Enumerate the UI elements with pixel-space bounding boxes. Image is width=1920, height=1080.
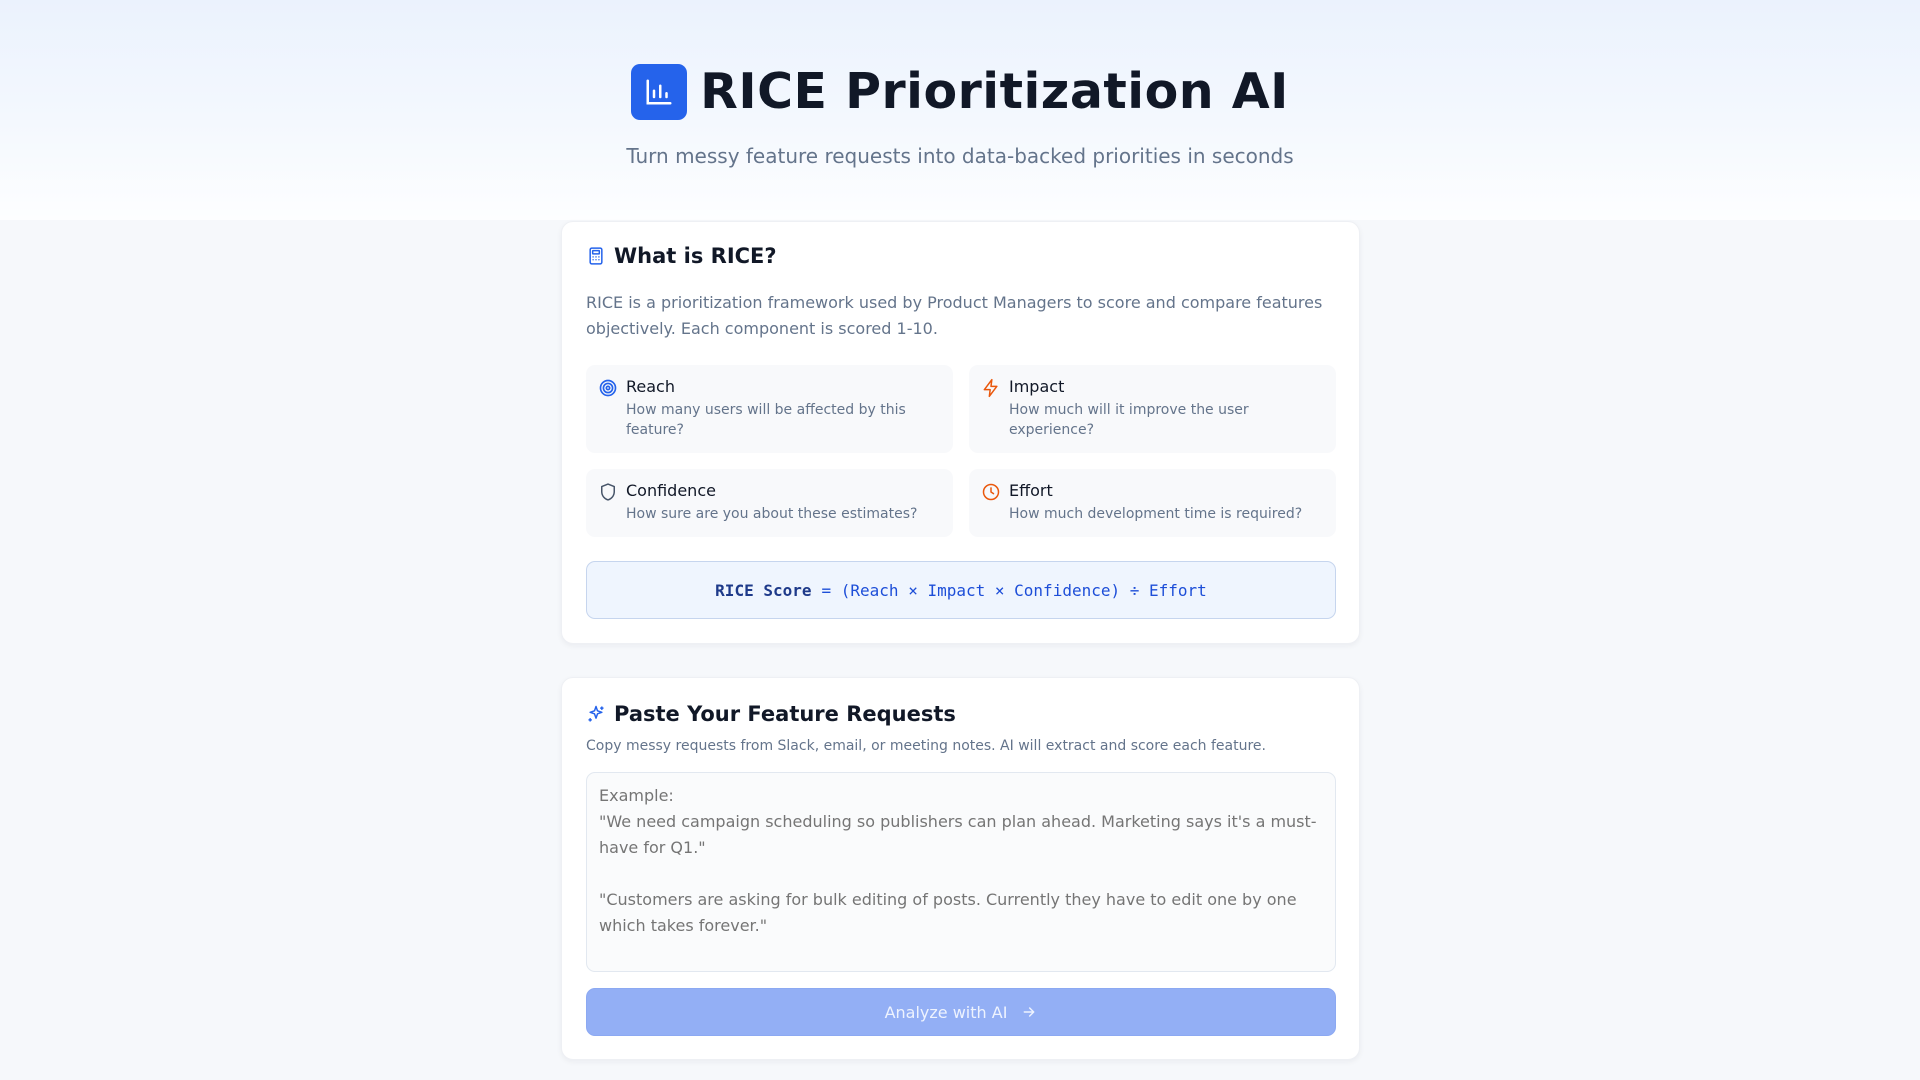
feature-input-card: Paste Your Feature Requests Copy messy r… [561, 677, 1360, 1060]
rice-info-title: What is RICE? [614, 244, 777, 268]
rice-info-description: RICE is a prioritization framework used … [586, 293, 1323, 338]
page-title: RICE Prioritization AI [700, 63, 1289, 120]
component-confidence: Confidence How sure are you about these … [586, 469, 953, 537]
rice-formula: RICE Score = (Reach × Impact × Confidenc… [586, 561, 1336, 619]
analyze-button-label: Analyze with AI [884, 1002, 1008, 1022]
analyze-button[interactable]: Analyze with AI [586, 988, 1336, 1036]
formula-label: RICE Score [715, 580, 812, 600]
arrow-right-icon [1021, 1004, 1037, 1020]
component-reach: Reach How many users will be affected by… [586, 365, 953, 453]
component-description: How many users will be affected by this … [626, 402, 906, 438]
rice-info-header: What is RICE? [586, 244, 777, 268]
bar-chart-icon [631, 63, 688, 120]
target-icon [598, 378, 618, 398]
sparkles-icon [586, 704, 606, 724]
feature-input-title: Paste Your Feature Requests [614, 702, 956, 726]
component-effort: Effort How much development time is requ… [969, 469, 1336, 537]
clock-icon [981, 482, 1001, 502]
component-name: Reach [626, 377, 675, 396]
component-impact: Impact How much will it improve the user… [969, 365, 1336, 453]
component-description: How much will it improve the user experi… [1009, 402, 1249, 438]
feature-requests-textarea[interactable] [586, 772, 1336, 972]
component-name: Effort [1009, 481, 1053, 500]
feature-input-description: Copy messy requests from Slack, email, o… [586, 738, 1266, 754]
component-name: Confidence [626, 481, 716, 500]
formula-expression: = (Reach × Impact × Confidence) ÷ Effort [821, 580, 1207, 600]
lightning-icon [981, 378, 1001, 398]
hero-header: RICE Prioritization AI Turn messy featur… [0, 0, 1920, 220]
rice-info-card: What is RICE? RICE is a prioritization f… [561, 221, 1360, 644]
component-description: How sure are you about these estimates? [626, 506, 918, 522]
shield-icon [598, 482, 618, 502]
component-name: Impact [1009, 377, 1065, 396]
calculator-icon [586, 246, 606, 266]
hero-title-row: RICE Prioritization AI [0, 63, 1920, 120]
component-description: How much development time is required? [1009, 506, 1303, 522]
page-subtitle: Turn messy feature requests into data-ba… [626, 144, 1294, 168]
feature-input-header: Paste Your Feature Requests [586, 702, 956, 726]
